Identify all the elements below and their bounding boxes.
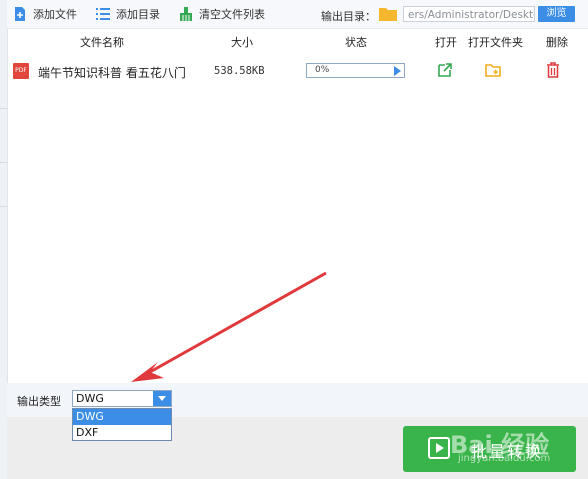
header-delete: 删除	[546, 36, 568, 49]
file-name: 端午节知识科普 看五花八门	[38, 66, 186, 80]
dropdown-option-dxf[interactable]: DXF	[73, 425, 171, 441]
output-type-select[interactable]: DWG	[72, 390, 172, 407]
header-size: 大小	[231, 36, 253, 49]
play-arrow-icon[interactable]	[394, 66, 401, 76]
table-header: 文件名称 大小 状态 打开 打开文件夹 删除	[7, 30, 588, 52]
add-file-label: 添加文件	[33, 8, 77, 21]
progress-text: 0%	[315, 65, 330, 75]
folder-icon[interactable]	[379, 7, 397, 21]
header-open-folder: 打开文件夹	[468, 36, 523, 49]
file-size: 538.58KB	[214, 65, 265, 77]
table-row: PDF 端午节知识科普 看五花八门 538.58KB 0%	[7, 58, 588, 84]
header-open: 打开	[435, 36, 457, 49]
output-type-label: 输出类型	[17, 395, 61, 408]
add-folder-label: 添加目录	[116, 8, 160, 21]
delete-icon[interactable]	[545, 62, 561, 78]
chevron-down-icon[interactable]	[153, 391, 171, 406]
browse-button[interactable]: 浏览	[538, 6, 575, 22]
add-folder-button[interactable]: 添加目录	[96, 7, 160, 21]
watermark-url: jingyan.baidu.com	[458, 453, 551, 464]
open-folder-icon[interactable]	[485, 62, 501, 78]
output-type-value: DWG	[76, 392, 104, 405]
open-external-icon[interactable]	[437, 62, 453, 78]
list-icon	[96, 8, 110, 20]
clear-list-label: 清空文件列表	[199, 8, 265, 21]
clear-list-button[interactable]: 清空文件列表	[179, 7, 265, 21]
output-dir-label: 输出目录：	[321, 10, 376, 23]
add-file-button[interactable]: 添加文件	[13, 7, 77, 21]
pdf-icon: PDF	[13, 63, 29, 79]
header-status: 状态	[345, 36, 367, 49]
toolbar: 添加文件 添加目录 清空文件列表 输出目录： ers/Administrator…	[7, 0, 588, 29]
broom-icon	[180, 7, 192, 21]
dropdown-option-dwg[interactable]: DWG	[73, 409, 171, 425]
add-file-icon	[15, 7, 25, 21]
play-icon	[428, 437, 450, 459]
header-name: 文件名称	[80, 36, 124, 49]
output-type-dropdown: DWG DXF	[72, 408, 172, 441]
progress-bar: 0%	[306, 63, 405, 78]
output-dir-input[interactable]: ers/Administrator/Desktop	[403, 6, 535, 22]
